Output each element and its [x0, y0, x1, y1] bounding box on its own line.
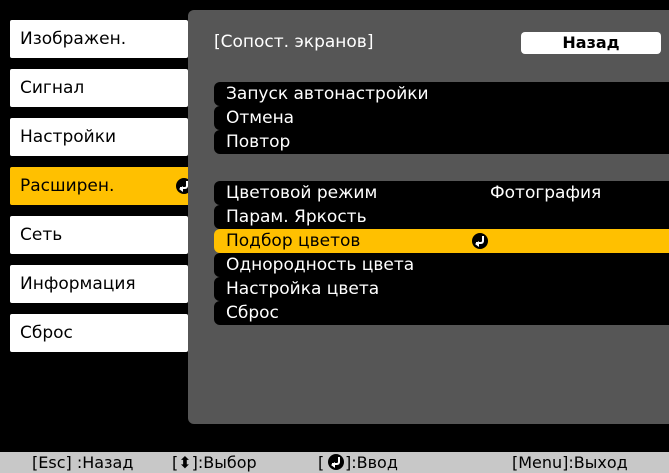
menu-item-color-matching[interactable]: Подбор цветов	[214, 229, 669, 253]
sidebar-item-label: Сброс	[20, 323, 73, 343]
enter-icon	[328, 454, 344, 470]
color-mode-value: Фотография	[490, 183, 602, 203]
menu-item-label: Настройка цвета	[226, 279, 380, 299]
menu-item-start-auto-adjust[interactable]: Запуск автонастройки	[214, 82, 669, 106]
menu-item-cancel[interactable]: Отмена	[214, 106, 669, 130]
sidebar-item-network[interactable]: Сеть	[10, 216, 188, 254]
menu-item-label: Парам. Яркость	[226, 207, 367, 227]
sidebar-item-settings[interactable]: Настройки	[10, 118, 188, 156]
select-hint: [⬍]:Выбор	[172, 453, 257, 472]
auto-adjust-group: Запуск автонастройки Отмена Повтор	[214, 82, 669, 154]
color-group: Цветовой режим Фотография Парам. Яркость…	[214, 181, 669, 325]
sidebar-item-reset[interactable]: Сброс	[10, 314, 188, 352]
menu-item-label: Сброс	[226, 303, 279, 323]
menu-item-reset[interactable]: Сброс	[214, 301, 669, 325]
menu-item-color-mode[interactable]: Цветовой режим Фотография	[214, 181, 669, 205]
menu-item-label: Запуск автонастройки	[226, 84, 429, 104]
sidebar-item-image[interactable]: Изображен.	[10, 20, 188, 58]
menu-item-color-uniformity[interactable]: Однородность цвета	[214, 253, 669, 277]
panel-title: [Сопост. экранов]	[214, 32, 374, 52]
sidebar-item-label: Расширен.	[20, 176, 115, 196]
menu-item-label: Отмена	[226, 108, 295, 128]
key-hint-bar: [Esc] :Назад [⬍]:Выбор [ ]:Ввод [Menu]:В…	[0, 452, 669, 473]
sidebar-item-signal[interactable]: Сигнал	[10, 69, 188, 107]
sidebar-item-label: Изображен.	[20, 29, 127, 49]
menu-item-label: Повтор	[226, 132, 291, 152]
sidebar-item-info[interactable]: Информация	[10, 265, 188, 303]
enter-hint: ]:Ввод	[345, 453, 398, 472]
menu-item-label: Цветовой режим	[226, 183, 378, 203]
back-button[interactable]: Назад	[521, 32, 661, 54]
enter-hint-open: [	[318, 453, 325, 472]
menu-item-repeat[interactable]: Повтор	[214, 130, 669, 154]
menu-item-label: Подбор цветов	[226, 231, 361, 251]
sidebar-item-label: Настройки	[20, 127, 117, 147]
menu-item-color-adjust[interactable]: Настройка цвета	[214, 277, 669, 301]
sidebar-item-label: Сеть	[20, 225, 63, 245]
menu-item-label: Однородность цвета	[226, 255, 415, 275]
menu-item-brightness[interactable]: Парам. Яркость	[214, 205, 669, 229]
sidebar-item-extended[interactable]: Расширен.	[10, 167, 200, 205]
enter-icon	[472, 233, 488, 249]
submenu-panel: [Сопост. экранов] Назад Запуск автонастр…	[188, 10, 669, 424]
esc-hint: [Esc] :Назад	[32, 453, 134, 472]
menu-hint: [Menu]:Выход	[512, 453, 628, 472]
sidebar-item-label: Информация	[20, 274, 136, 294]
sidebar-item-label: Сигнал	[20, 78, 85, 98]
